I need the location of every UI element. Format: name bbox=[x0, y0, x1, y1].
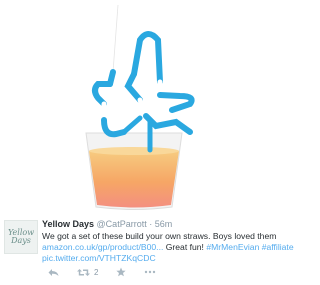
more-dots-icon bbox=[145, 270, 156, 274]
tweet-timestamp[interactable]: 56m bbox=[155, 219, 173, 229]
reply-icon bbox=[48, 268, 59, 276]
tweet-photo[interactable] bbox=[0, 0, 300, 212]
amazon-link[interactable]: amazon.co.uk/gp/product/B00... bbox=[42, 242, 163, 252]
retweet-button[interactable]: 2 bbox=[77, 268, 98, 277]
favorite-button[interactable] bbox=[116, 267, 127, 277]
hashtag-mrmenevian[interactable]: #MrMenEvian bbox=[206, 242, 259, 252]
user-handle[interactable]: @CatParrott bbox=[97, 219, 147, 229]
star-icon bbox=[116, 267, 127, 277]
straw-glass-image bbox=[85, 2, 195, 210]
tweet-text: We got a set of these build your own str… bbox=[42, 231, 298, 264]
tweet-text-line1: We got a set of these build your own str… bbox=[42, 231, 277, 241]
avatar-text-line2: Days bbox=[11, 236, 31, 245]
tweet-card: Yellow Days Yellow Days @CatParrott · 56… bbox=[0, 0, 300, 285]
tweet-header: Yellow Days @CatParrott · 56m bbox=[42, 219, 298, 230]
pic-twitter-link[interactable]: pic.twitter.com/VTHTZKqCDC bbox=[42, 253, 298, 264]
retweet-icon bbox=[77, 268, 90, 276]
more-button[interactable] bbox=[144, 270, 156, 274]
avatar[interactable]: Yellow Days bbox=[4, 220, 38, 254]
display-name[interactable]: Yellow Days bbox=[42, 219, 94, 229]
tweet-text-line2: amazon.co.uk/gp/product/B00... Great fun… bbox=[42, 242, 298, 253]
tweet-body: Yellow Days Yellow Days @CatParrott · 56… bbox=[0, 214, 300, 285]
tweet-text-middle: Great fun! bbox=[163, 242, 207, 252]
header-separator: · bbox=[149, 219, 153, 229]
tweet-content: Yellow Days @CatParrott · 56m We got a s… bbox=[42, 219, 298, 264]
hashtag-affiliate[interactable]: #affiliate bbox=[262, 242, 294, 252]
retweet-count: 2 bbox=[94, 267, 99, 277]
tweet-actions: 2 bbox=[48, 266, 174, 278]
reply-button[interactable] bbox=[48, 268, 59, 277]
